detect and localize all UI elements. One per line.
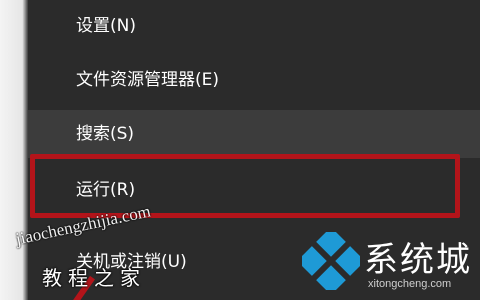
menu-item-run[interactable]: 运行(R) — [28, 166, 480, 214]
menu-item-label: 关机或注销(U) — [76, 252, 187, 272]
menu-item-settings[interactable]: 设置(N) — [28, 2, 480, 50]
menu-item-label: 设置(N) — [76, 16, 136, 36]
menu-item-search[interactable]: 搜索(S) — [28, 110, 480, 158]
menu-item-shutdown-signout[interactable]: 关机或注销(U) — [28, 238, 480, 286]
menu-item-label: 文件资源管理器(E) — [76, 70, 220, 90]
desktop-edge — [0, 0, 28, 300]
menu-item-label: 搜索(S) — [76, 124, 135, 144]
menu-item-file-explorer[interactable]: 文件资源管理器(E) — [28, 56, 480, 104]
screenshot: 设置(N) 文件资源管理器(E) 搜索(S) 运行(R) 关机或注销(U) ji… — [0, 0, 480, 300]
winx-context-menu: 设置(N) 文件资源管理器(E) 搜索(S) 运行(R) 关机或注销(U) — [28, 0, 480, 300]
menu-item-label: 运行(R) — [76, 180, 136, 200]
